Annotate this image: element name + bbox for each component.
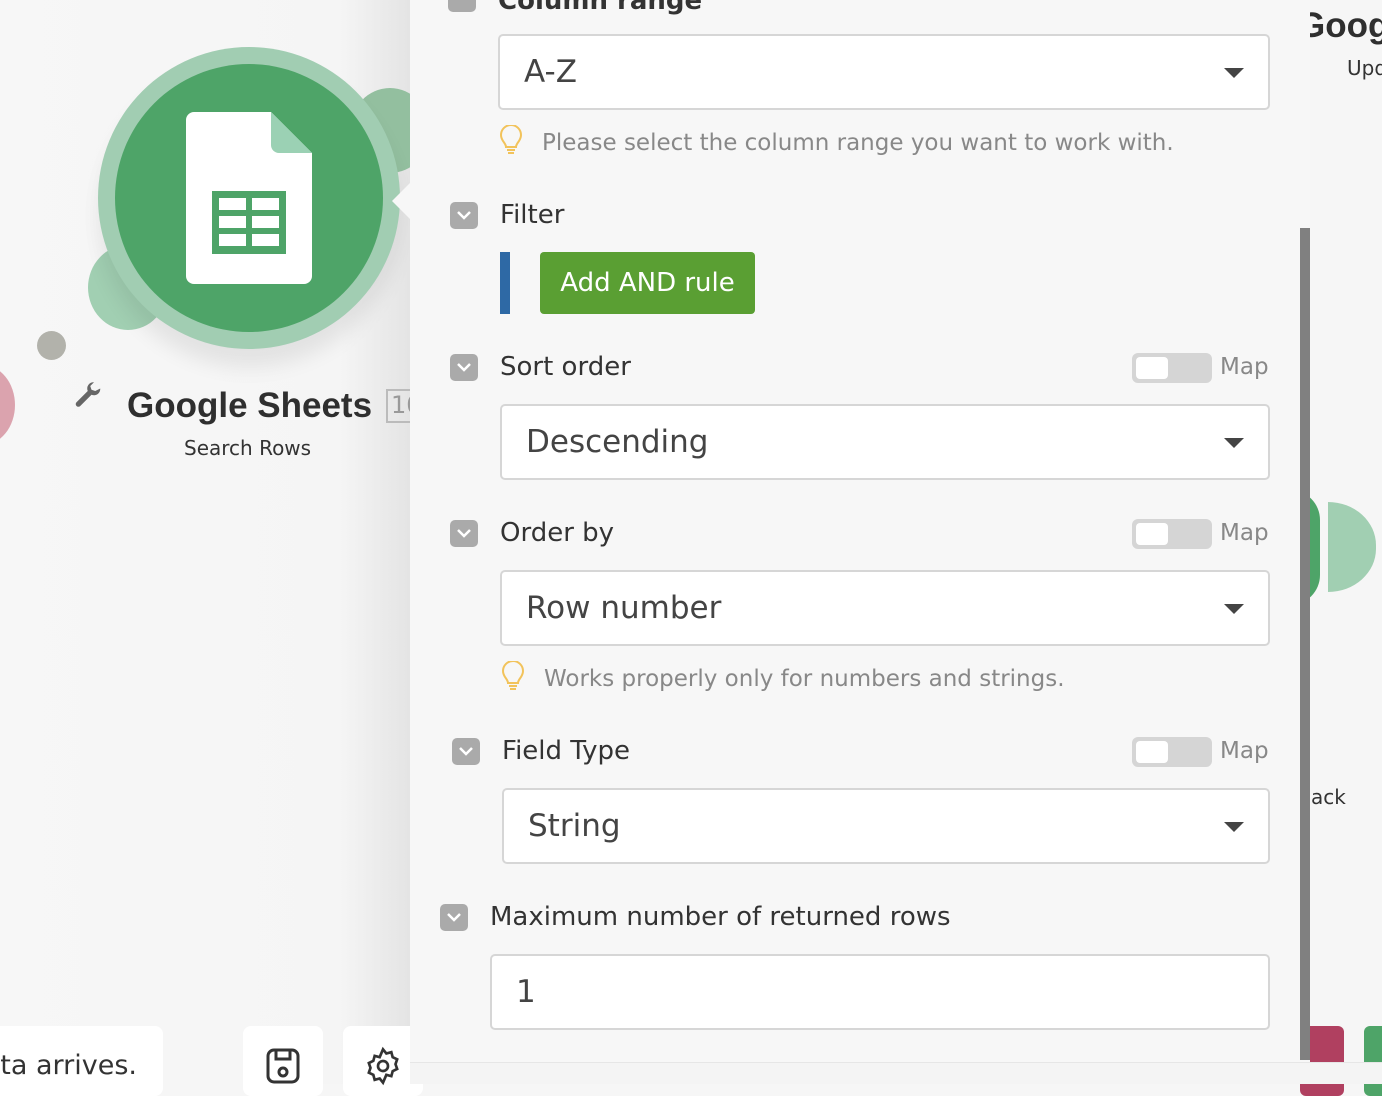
field-type-value: String: [528, 808, 621, 844]
field-type-select[interactable]: String: [502, 788, 1270, 864]
right-module-title: Goog: [1298, 6, 1382, 45]
chevron-down-icon: [1224, 438, 1244, 448]
field-type-map-label: Map: [1220, 738, 1269, 764]
filter-checkbox[interactable]: [450, 202, 478, 229]
save-button[interactable]: [243, 1026, 323, 1096]
wrench-icon[interactable]: [74, 381, 104, 411]
save-icon: [266, 1048, 300, 1084]
column-range-label: Column range: [498, 0, 703, 16]
add-and-rule-button[interactable]: Add AND rule: [540, 252, 755, 314]
right-partial-label: ack: [1311, 785, 1346, 809]
module-title: Google Sheets: [127, 386, 373, 425]
column-range-value: A-Z: [524, 54, 577, 90]
field-type-map-toggle[interactable]: [1132, 737, 1212, 767]
column-range-hint: Please select the column range you want …: [542, 130, 1174, 156]
order-by-hint: Works properly only for numbers and stri…: [544, 666, 1065, 692]
lightbulb-icon: [500, 125, 522, 154]
sort-order-value: Descending: [526, 424, 709, 460]
max-rows-input[interactable]: 1: [490, 954, 1270, 1030]
field-type-checkbox[interactable]: [452, 738, 480, 765]
panel-pointer: [392, 183, 410, 219]
lightbulb-icon: [502, 661, 524, 690]
status-message: ata arrives.: [0, 1050, 137, 1081]
google-sheets-icon: [186, 112, 312, 284]
sort-order-checkbox[interactable]: [450, 354, 478, 381]
order-by-map-toggle[interactable]: [1132, 519, 1212, 549]
right-tile-green[interactable]: [1364, 1026, 1382, 1096]
gear-icon: [367, 1046, 399, 1086]
field-type-label: Field Type: [502, 736, 630, 766]
status-message-box: ata arrives.: [0, 1026, 163, 1096]
order-by-select[interactable]: Row number: [500, 570, 1270, 646]
sort-order-select[interactable]: Descending: [500, 404, 1270, 480]
max-rows-value: 1: [516, 974, 536, 1010]
column-range-checkbox[interactable]: [448, 0, 476, 12]
module-subtitle: Search Rows: [184, 436, 312, 460]
column-range-select[interactable]: A-Z: [498, 34, 1270, 110]
filter-label: Filter: [500, 200, 565, 230]
chevron-down-icon: [1224, 68, 1244, 78]
connector-dot[interactable]: [37, 331, 66, 360]
panel-scrollbar[interactable]: [1300, 228, 1310, 1060]
sort-order-map-toggle[interactable]: [1132, 353, 1212, 383]
order-by-map-label: Map: [1220, 520, 1269, 546]
max-rows-label: Maximum number of returned rows: [490, 902, 951, 932]
google-sheets-module[interactable]: [98, 47, 400, 349]
order-by-label: Order by: [500, 518, 615, 548]
sort-order-label: Sort order: [500, 352, 631, 382]
filter-group-bar: [500, 252, 510, 314]
right-module-subtitle: Upd: [1347, 56, 1382, 80]
chevron-down-icon: [1224, 822, 1244, 832]
order-by-value: Row number: [526, 590, 722, 626]
sort-order-map-label: Map: [1220, 354, 1269, 380]
max-rows-checkbox[interactable]: [440, 904, 468, 931]
panel-footer: [410, 1062, 1382, 1084]
chevron-down-icon: [1224, 604, 1244, 614]
order-by-checkbox[interactable]: [450, 520, 478, 547]
